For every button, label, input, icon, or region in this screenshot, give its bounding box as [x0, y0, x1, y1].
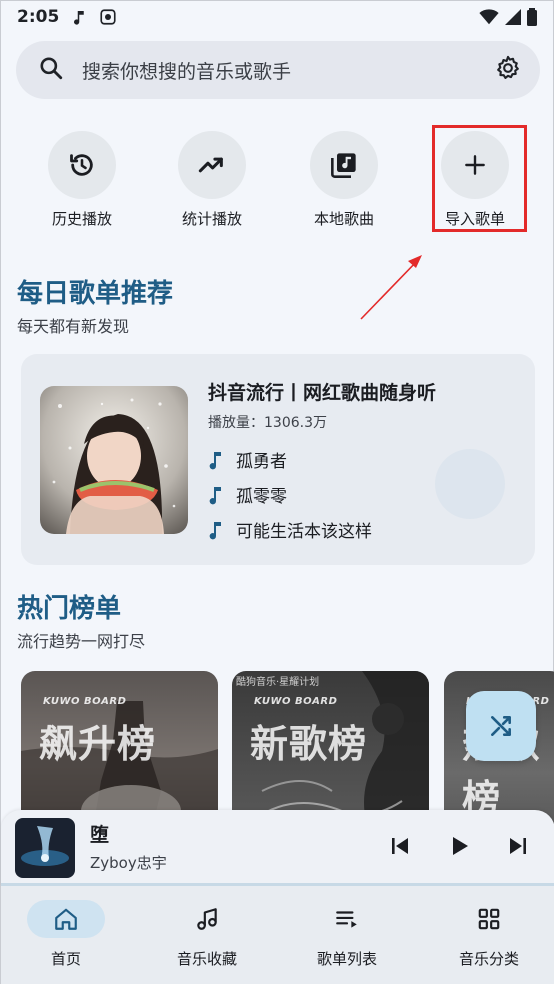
- nav-music-collection[interactable]: 音乐收藏: [152, 900, 262, 969]
- now-playing-artist: Zyboy忠宇: [90, 854, 167, 872]
- highlight-box: [432, 125, 527, 232]
- nav-playlist-list-label: 歌单列表: [316, 950, 377, 968]
- playlist-song-item[interactable]: 孤零零: [208, 482, 287, 507]
- history-icon: [48, 131, 116, 199]
- daily-playlist-card[interactable]: 抖音流行丨网红歌曲随身听 播放量：1306.3万 孤勇者 孤零零 可能生活本该这…: [21, 354, 535, 565]
- now-playing-cover: [15, 818, 75, 878]
- music-note-icon: [209, 521, 221, 539]
- signal-icon: [505, 9, 521, 25]
- nav-home-label: 首页: [50, 950, 81, 968]
- music-collection-icon: [168, 900, 246, 938]
- playlist-cover-image: [40, 386, 188, 534]
- search-icon: [38, 55, 64, 85]
- shuffle-fab-button[interactable]: [466, 691, 536, 761]
- music-note-icon: [71, 8, 89, 26]
- search-input[interactable]: 搜索你想搜的音乐或歌手: [82, 57, 494, 84]
- quick-stats-play[interactable]: 统计播放: [162, 131, 262, 229]
- status-right-icons: [479, 8, 537, 26]
- song-title: 孤零零: [236, 487, 287, 507]
- song-title: 可能生活本该这样: [236, 522, 372, 542]
- gear-icon[interactable]: [494, 54, 522, 86]
- charts-section-title: 热门榜单: [17, 594, 122, 624]
- card-decoration: [435, 449, 505, 519]
- nav-music-collection-label: 音乐收藏: [176, 950, 237, 968]
- rank-card-brand: KUWO BOARD: [254, 696, 338, 707]
- battery-icon: [527, 8, 537, 26]
- play-icon: [453, 837, 468, 855]
- skip-previous-icon: [392, 838, 408, 854]
- quick-history-play[interactable]: 历史播放: [32, 131, 132, 229]
- quick-local-label: 本地歌曲: [313, 210, 374, 228]
- app-notification-icon: [99, 8, 117, 26]
- status-bar: 2:05: [1, 1, 553, 33]
- library-music-icon: [310, 131, 378, 199]
- search-bar[interactable]: 搜索你想搜的音乐或歌手: [16, 41, 540, 99]
- song-title: 孤勇者: [236, 452, 287, 472]
- rank-card-brand: KUWO BOARD: [43, 696, 127, 707]
- daily-section-subtitle: 每天都有新发现: [17, 317, 130, 336]
- category-grid-icon: [450, 900, 528, 938]
- annotation-arrow: [360, 255, 422, 320]
- charts-section-subtitle: 流行趋势一网打尽: [17, 632, 146, 651]
- play-button[interactable]: [447, 834, 471, 858]
- rank-card-note: 酷狗音乐·星耀计划: [236, 677, 320, 688]
- playlist-title: 抖音流行丨网红歌曲随身听: [208, 382, 437, 404]
- quick-local-songs[interactable]: 本地歌曲: [294, 131, 394, 229]
- mini-player[interactable]: 堕 Zyboy忠宇: [1, 810, 554, 886]
- shuffle-icon: [491, 716, 511, 736]
- skip-next-icon: [510, 838, 526, 854]
- music-note-icon: [209, 451, 221, 469]
- playlist-play-count: 播放量：1306.3万: [208, 415, 327, 431]
- quick-history-label: 历史播放: [51, 210, 112, 228]
- nav-playlist-list[interactable]: 歌单列表: [292, 900, 402, 969]
- music-note-icon: [209, 486, 221, 504]
- playlist-icon: [308, 900, 386, 938]
- playlist-song-item[interactable]: 孤勇者: [208, 447, 287, 472]
- rank-card-name: 新歌榜: [250, 722, 368, 766]
- nav-music-category[interactable]: 音乐分类: [434, 900, 544, 969]
- playlist-song-item[interactable]: 可能生活本该这样: [208, 517, 372, 542]
- previous-button[interactable]: [388, 834, 412, 858]
- status-time: 2:05: [17, 7, 60, 27]
- trending-icon: [178, 131, 246, 199]
- wifi-icon: [479, 9, 499, 25]
- now-playing-title: 堕: [90, 824, 110, 846]
- nav-music-category-label: 音乐分类: [458, 950, 519, 968]
- home-icon: [27, 900, 105, 938]
- next-button[interactable]: [506, 834, 530, 858]
- daily-section-title: 每日歌单推荐: [17, 279, 174, 309]
- nav-home[interactable]: 首页: [11, 900, 121, 969]
- quick-stats-label: 统计播放: [181, 210, 242, 228]
- rank-card-name: 飙升榜: [39, 722, 157, 766]
- bottom-nav: 首页 音乐收藏 歌单列表 音乐分类: [1, 886, 554, 984]
